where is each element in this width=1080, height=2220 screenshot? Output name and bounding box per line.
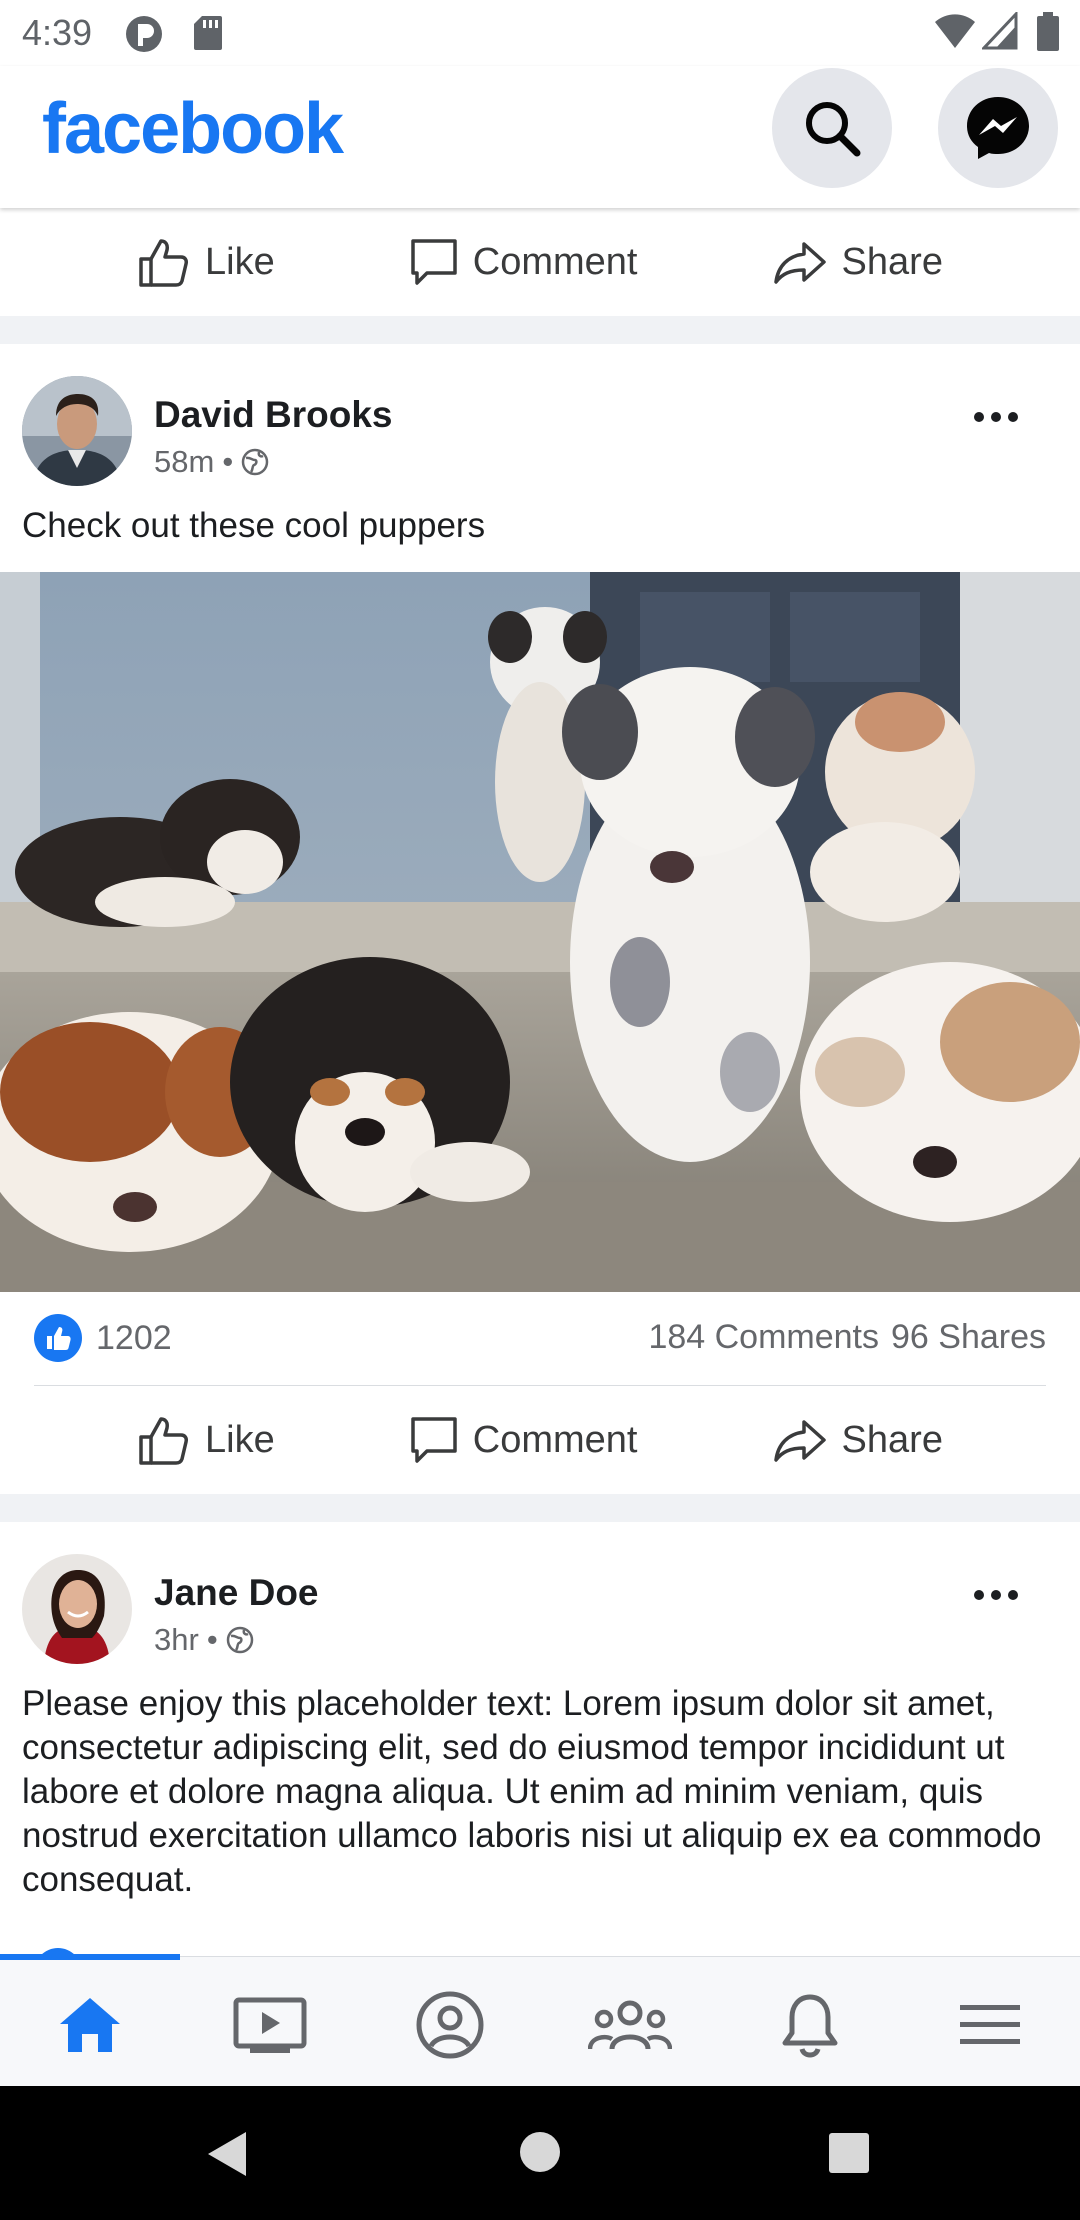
nav-menu[interactable] — [900, 1985, 1080, 2065]
like-reaction-icon — [34, 1314, 82, 1362]
search-button[interactable] — [772, 68, 892, 188]
post-options-button[interactable] — [974, 412, 1018, 422]
status-time: 4:39 — [22, 12, 93, 53]
previous-post-action-bar: Like Comment Share — [0, 208, 1080, 316]
nav-watch[interactable] — [180, 1985, 360, 2065]
share-button[interactable]: Share — [772, 1418, 943, 1462]
post-time: 3hr — [154, 1622, 199, 1657]
share-button[interactable]: Share — [772, 240, 943, 284]
sd-card-icon — [192, 14, 224, 52]
wifi-icon — [934, 12, 976, 50]
post-text: Please enjoy this placeholder text: Lore… — [22, 1684, 1042, 1899]
post-separator — [0, 316, 1080, 344]
more-dot — [991, 1590, 1001, 1600]
like-icon — [139, 1417, 189, 1465]
more-dot — [1008, 1590, 1018, 1600]
post-image[interactable] — [0, 572, 1080, 1292]
nav-groups[interactable] — [540, 1985, 720, 2065]
system-navigation-bar — [0, 2086, 1080, 2220]
app-notification-icon — [124, 14, 164, 54]
back-icon[interactable] — [204, 2130, 248, 2183]
profile-icon — [416, 1991, 484, 2059]
facebook-logo[interactable]: facebook — [42, 88, 344, 170]
post-time: 58m — [154, 444, 215, 479]
like-label: Like — [205, 1418, 275, 1461]
engagement-counts[interactable]: 184 Comments 96 Shares — [648, 1318, 1046, 1357]
nav-profile[interactable] — [360, 1985, 540, 2065]
bottom-navigation — [0, 1954, 1080, 2086]
home-icon — [60, 1998, 120, 2052]
like-button[interactable]: Like — [137, 1415, 275, 1465]
like-count-label: 1202 — [96, 1318, 172, 1357]
battery-icon — [1036, 12, 1060, 52]
comment-icon — [411, 1417, 457, 1463]
comment-button[interactable]: Comment — [409, 1415, 638, 1465]
comment-button[interactable]: Comment — [409, 237, 638, 287]
messenger-icon — [967, 97, 1029, 159]
news-feed[interactable]: Like Comment Share David Brooks 58m • Ch… — [0, 208, 1080, 1960]
like-icon — [139, 239, 189, 287]
post-card: David Brooks 58m • Check out these cool … — [0, 344, 1080, 1494]
like-count[interactable]: 1202 — [34, 1314, 172, 1362]
post-author[interactable]: David Brooks — [154, 394, 393, 436]
more-dot — [991, 412, 1001, 422]
comment-label: Comment — [472, 240, 638, 283]
post-text: Check out these cool puppers — [22, 506, 486, 545]
post-separator — [0, 1494, 1080, 1522]
comment-label: Comment — [472, 1418, 638, 1461]
share-label: Share — [841, 240, 943, 283]
post-options-button[interactable] — [974, 1590, 1018, 1600]
status-bar: 4:39 — [0, 0, 1080, 66]
messenger-button[interactable] — [938, 68, 1058, 188]
active-tab-indicator — [0, 1954, 180, 1960]
like-button[interactable]: Like — [137, 237, 275, 287]
recents-icon[interactable] — [828, 2132, 870, 2179]
post-author[interactable]: Jane Doe — [154, 1572, 319, 1614]
menu-icon — [960, 2005, 1020, 2044]
app-bar: facebook — [0, 66, 1080, 208]
facebook-feed-screen: 4:39 facebook Like Comment Share David B… — [0, 0, 1080, 2220]
more-dot — [1008, 412, 1018, 422]
globe-icon — [226, 1626, 253, 1654]
more-dot — [974, 1590, 984, 1600]
groups-icon — [588, 2000, 672, 2050]
post-header: David Brooks 58m • — [0, 344, 1080, 504]
watch-icon — [233, 1997, 307, 2053]
share-icon — [773, 1420, 826, 1462]
avatar[interactable] — [22, 1554, 132, 1664]
signal-icon — [982, 12, 1018, 50]
post-card: Jane Doe 3hr • Please enjoy this placeho… — [0, 1522, 1080, 1960]
notifications-icon — [782, 1994, 838, 2058]
post-meta: 3hr • — [154, 1622, 254, 1658]
like-label: Like — [205, 240, 275, 283]
more-dot — [974, 412, 984, 422]
share-icon — [773, 242, 826, 284]
nav-home[interactable] — [0, 1985, 180, 2065]
globe-icon — [241, 448, 269, 476]
meta-dot: • — [222, 444, 234, 479]
comment-icon — [411, 239, 457, 285]
post-meta: 58m • — [154, 444, 269, 480]
post-stats: 683 79 Comments18 Shares — [34, 1926, 1046, 1960]
nav-notifications[interactable] — [720, 1985, 900, 2065]
comment-count[interactable]: 184 Comments — [648, 1318, 879, 1356]
post-stats: 1202 184 Comments 96 Shares — [34, 1292, 1046, 1386]
avatar[interactable] — [22, 376, 132, 486]
share-label: Share — [841, 1418, 943, 1461]
share-count[interactable]: 96 Shares — [891, 1318, 1046, 1356]
post-action-bar: Like Comment Share — [0, 1386, 1080, 1494]
post-header: Jane Doe 3hr • — [0, 1522, 1080, 1682]
home-circle-icon[interactable] — [518, 2130, 562, 2179]
meta-dot: • — [206, 1622, 218, 1657]
search-icon — [806, 102, 861, 157]
